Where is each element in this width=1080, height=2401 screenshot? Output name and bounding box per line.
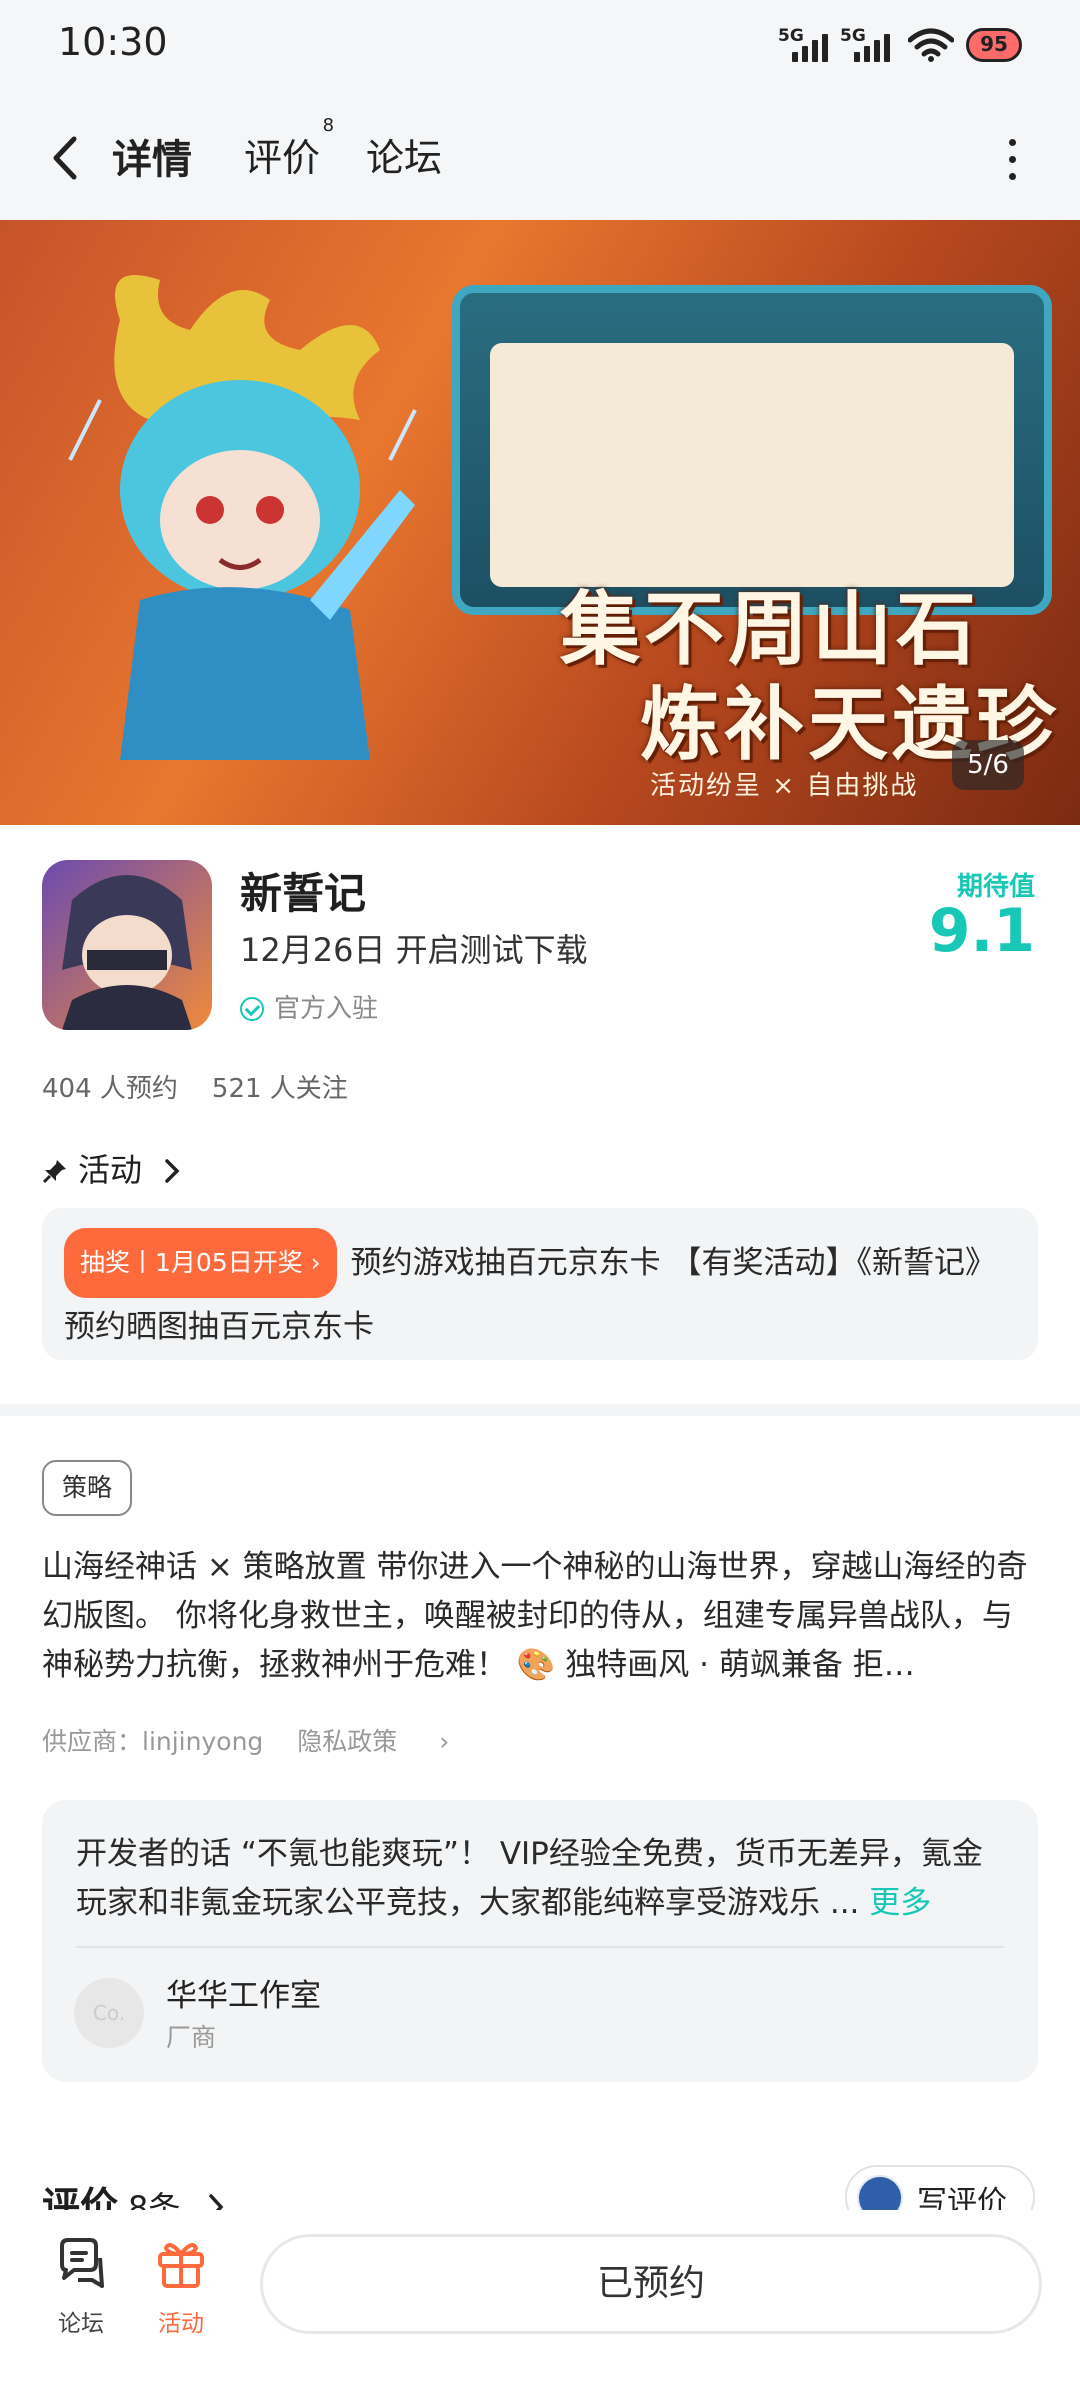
pin-icon [42,1160,66,1184]
developer-words: 开发者的话 “不氪也能爽玩”！ VIP经验全免费，货币无差异，氪金玩家和非氪金玩… [76,1830,1008,1928]
banner-page-counter: 5/6 [952,740,1024,790]
developer-more-link[interactable]: 更多 [869,1885,931,1921]
gift-icon [158,2243,204,2288]
more-options-icon[interactable] [1006,135,1020,185]
battery-level: 95 [980,32,1008,56]
game-description[interactable]: 山海经神话 × 策略放置 带你进入一个神秘的山海世界，穿越山海经的奇幻版图。 你… [42,1543,1042,1690]
verified-check-icon [240,997,264,1021]
tab-reviews-label: 评价 [244,136,321,180]
battery-icon: 95 [966,28,1022,62]
nav-activity[interactable]: 活动 [136,2236,226,2338]
follower-count: 521 人关注 [211,1074,348,1104]
status-time: 10:30 [58,20,168,64]
privacy-policy-link[interactable]: 隐私政策 › [297,1727,449,1756]
signal-icon-2 [854,30,900,62]
official-label: 官方入驻 [274,994,379,1024]
section-divider [0,1404,1080,1416]
nav-activity-label: 活动 [158,2311,204,2337]
developer-card: 开发者的话 “不氪也能爽玩”！ VIP经验全免费，货币无差异，氪金玩家和非氪金玩… [42,1800,1038,2082]
reservation-count: 404 人预约 [42,1074,178,1104]
lottery-tag: 抽奖丨1月05日开奖 › [64,1228,337,1298]
studio-role: 厂商 [166,2023,217,2052]
bottom-action-bar: 论坛 活动 已预约 [0,2210,1080,2401]
tab-reviews-badge: 8 [322,115,335,136]
tab-forum[interactable]: 论坛 [366,127,442,182]
reserved-button[interactable]: 已预约 [260,2234,1042,2334]
activity-card[interactable]: 抽奖丨1月05日开奖 › 预约游戏抽百元京东卡 【有奖活动】《新誓记》预约晒图抽百… [42,1208,1038,1360]
category-tag[interactable]: 策略 [42,1460,133,1516]
tab-details-label: 详情 [112,137,192,183]
signal-icon-1 [792,30,838,62]
nav-forum-label: 论坛 [58,2311,104,2337]
back-arrow-icon[interactable] [46,133,86,183]
banner-tagline: 活动纷呈 × 自由挑战 [650,771,919,801]
test-date-info: 12月26日 开启测试下载 [240,931,588,969]
studio-avatar[interactable]: Co. [74,1978,144,2048]
supplier-name: 供应商：linjinyong [42,1727,264,1756]
tab-details[interactable]: 详情 [108,127,196,195]
card-divider [76,1946,1004,1948]
banner-character-illustration [68,275,417,760]
nav-forum[interactable]: 论坛 [36,2236,126,2338]
status-bar: 10:30 5G 5G 95 [0,0,1080,95]
top-nav: 详情 评价 8 论坛 [0,95,1080,220]
tab-active-indicator [108,181,196,195]
app-stats: 404 人预约 521 人关注 [42,1068,382,1105]
supplier-row: 供应商：linjinyong 隐私政策 › [42,1722,483,1758]
chevron-right-icon [165,1159,180,1183]
studio-name[interactable]: 华华工作室 [166,1970,321,2015]
official-badge: 官方入驻 [240,988,378,1025]
activity-title: 活动 [78,1151,143,1189]
app-icon [42,860,212,1030]
developer-words-text: 开发者的话 “不氪也能爽玩”！ VIP经验全免费，货币无差异，氪金玩家和非氪金玩… [76,1836,983,1921]
forum-icon [60,2238,104,2288]
tab-forum-label: 论坛 [366,136,443,180]
banner-carousel[interactable]: 集不周山石 炼补天遗珍 活动纷呈 × 自由挑战 5/6 [0,220,1080,825]
wifi-icon [908,28,954,62]
app-name: 新誓记 [240,869,367,918]
tab-reviews[interactable]: 评价 8 [244,115,334,182]
activity-section-header[interactable]: 活动 [42,1145,182,1191]
expectation-score: 9.1 [928,896,1035,966]
